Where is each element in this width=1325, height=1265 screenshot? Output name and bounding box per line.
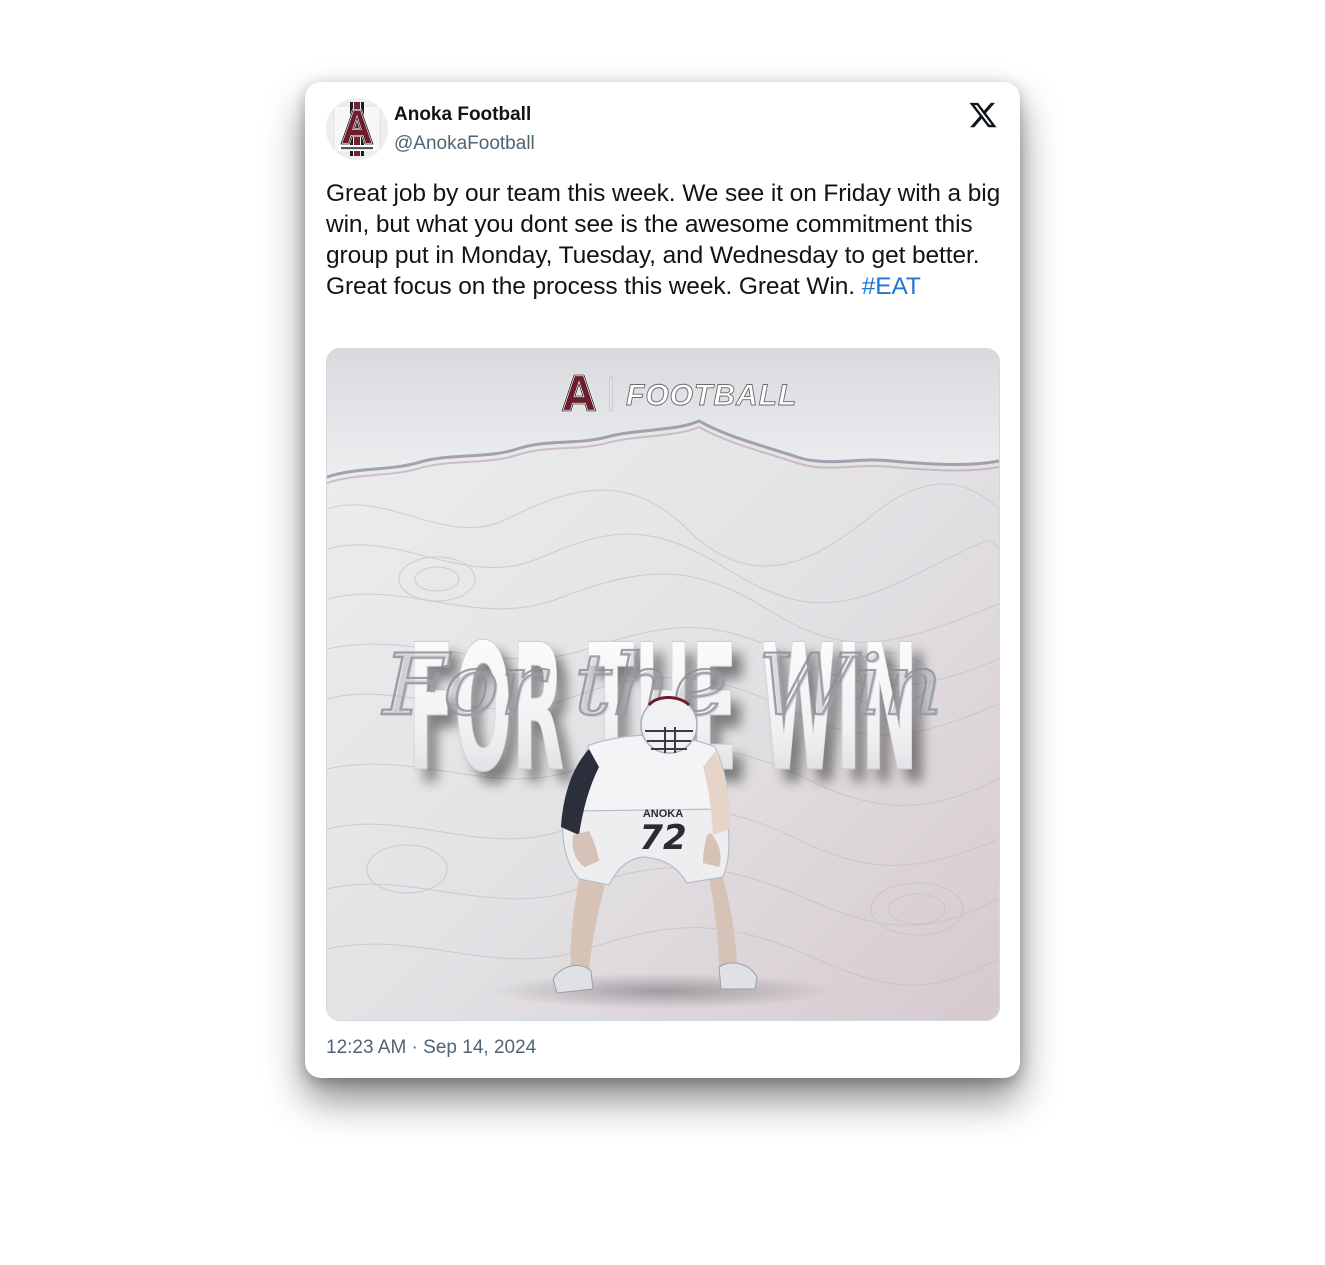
svg-text:FOOTBALL: FOOTBALL <box>626 379 797 412</box>
tweet-timestamp: 12:23 AM · Sep 14, 2024 <box>326 1037 536 1059</box>
for-the-win-graphic: FOOTBALL FOR THE WIN For the Win For the… <box>327 349 999 1020</box>
svg-text:72: 72 <box>639 818 686 858</box>
tweet-text: Great job by our team this week. We see … <box>326 178 1006 302</box>
hashtag-link[interactable]: #EAT <box>862 273 921 300</box>
display-name[interactable]: Anoka Football <box>394 104 531 126</box>
account-handle[interactable]: @AnokaFootball <box>394 133 535 155</box>
timestamp-separator: · <box>406 1037 424 1058</box>
avatar[interactable] <box>326 98 388 160</box>
tweet-time[interactable]: 12:23 AM <box>326 1037 406 1058</box>
tweet-card: Anoka Football @AnokaFootball Great job … <box>305 82 1020 1078</box>
anoka-logo-icon <box>326 98 388 160</box>
tweet-header: Anoka Football @AnokaFootball <box>326 98 1000 162</box>
tweet-date[interactable]: Sep 14, 2024 <box>423 1037 536 1058</box>
x-logo-icon[interactable] <box>968 100 998 130</box>
tweet-media[interactable]: FOOTBALL FOR THE WIN For the Win For the… <box>326 348 1000 1021</box>
